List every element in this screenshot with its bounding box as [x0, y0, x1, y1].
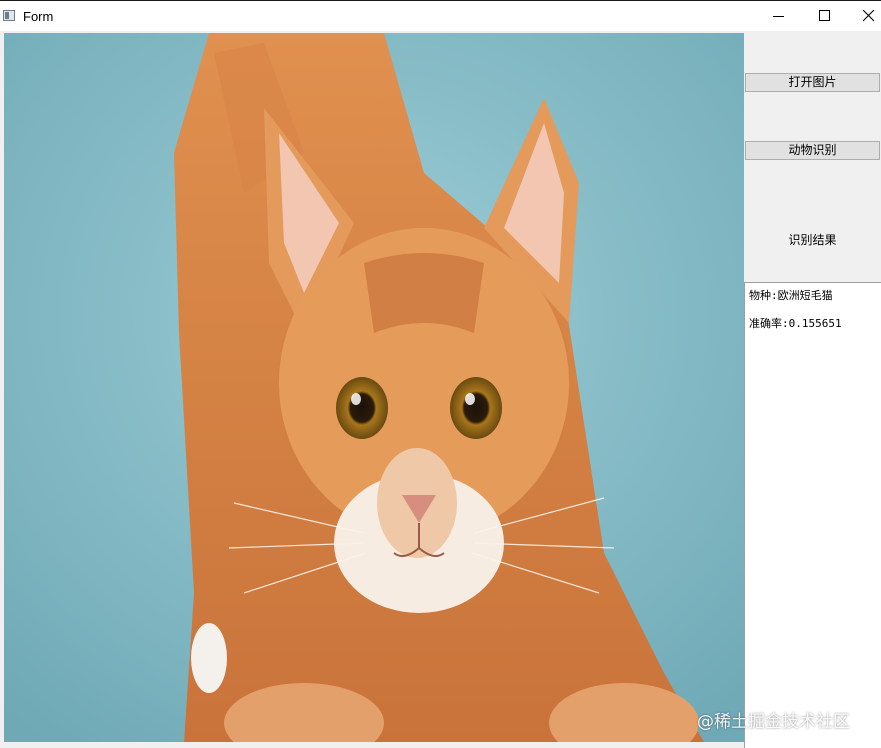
cat-photo [4, 33, 744, 742]
app-window-icon [3, 10, 15, 21]
close-button[interactable] [846, 1, 881, 31]
result-heading: 识别结果 [788, 233, 837, 247]
result-text-area[interactable]: 物种:欧洲短毛猫 准确率:0.155651 [744, 282, 881, 748]
open-image-button[interactable]: 打开图片 [745, 73, 880, 92]
watermark-text: @稀土掘金技术社区 [697, 712, 850, 732]
title-bar: Form [0, 0, 881, 31]
accuracy-result: 准确率:0.155651 [749, 317, 842, 330]
minimize-button[interactable] [756, 1, 802, 31]
window-title: Form [23, 9, 54, 24]
species-result: 物种:欧洲短毛猫 [749, 289, 833, 302]
minimize-icon [773, 16, 784, 17]
control-panel: 打开图片 动物识别 识别结果 物种:欧洲短毛猫 准确率:0.155651 [744, 33, 881, 748]
maximize-icon [819, 10, 830, 21]
close-icon [863, 10, 875, 22]
recognize-animal-button[interactable]: 动物识别 [745, 141, 880, 160]
image-display [4, 33, 744, 742]
maximize-button[interactable] [802, 1, 848, 31]
